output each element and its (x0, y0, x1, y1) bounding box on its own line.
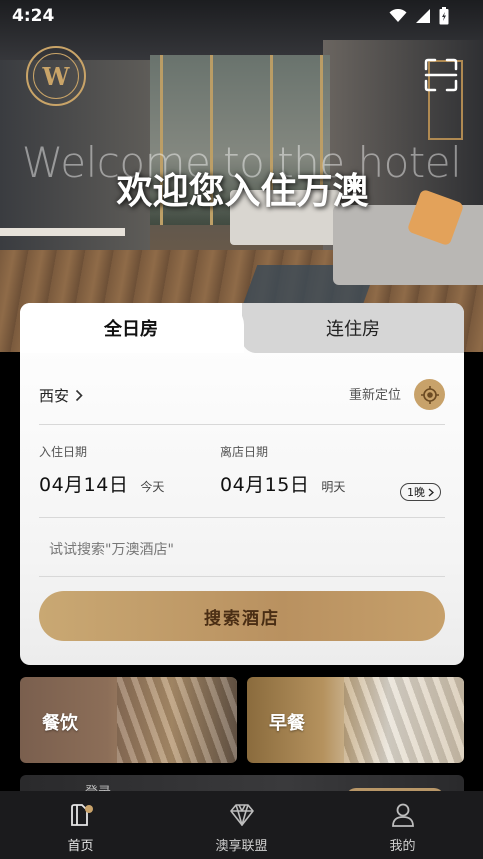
hotel-search-input[interactable] (39, 533, 445, 567)
checkin-value: 04月14日 (39, 474, 129, 496)
checkin-relative: 今天 (140, 480, 165, 494)
nav-mine[interactable]: 我的 (322, 791, 483, 859)
battery-icon (439, 7, 449, 25)
locate-button[interactable] (414, 379, 445, 410)
welcome-chinese: 欢迎您入住万澳 (116, 171, 369, 212)
chevron-right-icon (75, 389, 83, 402)
location-target-icon (420, 385, 439, 404)
tile-dining[interactable]: 餐饮 (20, 677, 237, 763)
room-type-tabs: 连住房 全日房 (20, 303, 464, 353)
hotel-logo: W (26, 46, 86, 106)
nights-count: 1晚 (407, 486, 425, 499)
checkin-date[interactable]: 入住日期 04月14日 今天 (39, 443, 164, 497)
tile-label: 早餐 (269, 713, 305, 734)
checkout-date[interactable]: 离店日期 04月15日 明天 (220, 443, 345, 497)
logo-letter: W (33, 53, 79, 99)
search-hotel-button[interactable]: 搜索酒店 (39, 591, 445, 641)
checkout-relative: 明天 (321, 480, 346, 494)
divider (39, 424, 445, 425)
status-icons (389, 7, 449, 25)
booking-card: 连住房 全日房 西安 重新定位 入住日期 04月14日 今天 离店日期 04月1… (20, 303, 464, 665)
city-row: 西安 重新定位 (39, 379, 445, 411)
nights-badge[interactable]: 1晚 (400, 483, 441, 501)
status-time: 4:24 (12, 6, 55, 26)
city-name: 西安 (39, 387, 70, 405)
scan-icon (424, 58, 458, 92)
checkin-label: 入住日期 (39, 445, 88, 459)
diamond-icon (229, 804, 254, 826)
checkout-label: 离店日期 (220, 445, 269, 459)
nav-home[interactable]: 首页 (0, 791, 161, 859)
chevron-right-icon (428, 488, 434, 496)
signal-icon (416, 9, 430, 23)
nav-label: 我的 (389, 839, 416, 854)
status-bar: 4:24 (0, 0, 483, 32)
home-icon (70, 804, 93, 826)
hero-table (0, 228, 125, 236)
checkout-value: 04月15日 (220, 474, 310, 496)
bottom-nav: 首页 澳享联盟 我的 (0, 791, 483, 859)
tab-consecutive-stay[interactable]: 连住房 (242, 303, 464, 353)
nav-label: 首页 (67, 839, 94, 854)
tile-breakfast[interactable]: 早餐 (247, 677, 464, 763)
relocate-link[interactable]: 重新定位 (349, 384, 401, 403)
wifi-icon (389, 9, 407, 22)
scan-button[interactable] (424, 58, 458, 92)
tab-label: 连住房 (326, 319, 380, 340)
person-icon (391, 803, 414, 827)
divider (39, 517, 445, 518)
hero-sofa (333, 205, 483, 285)
city-selector[interactable]: 西安 (39, 385, 83, 406)
tab-label: 全日房 (104, 319, 158, 340)
nav-label: 澳享联盟 (215, 839, 268, 854)
tile-label: 餐饮 (42, 713, 78, 734)
divider (39, 576, 445, 577)
nav-alliance[interactable]: 澳享联盟 (161, 791, 322, 859)
tab-full-day[interactable]: 全日房 (20, 303, 244, 353)
